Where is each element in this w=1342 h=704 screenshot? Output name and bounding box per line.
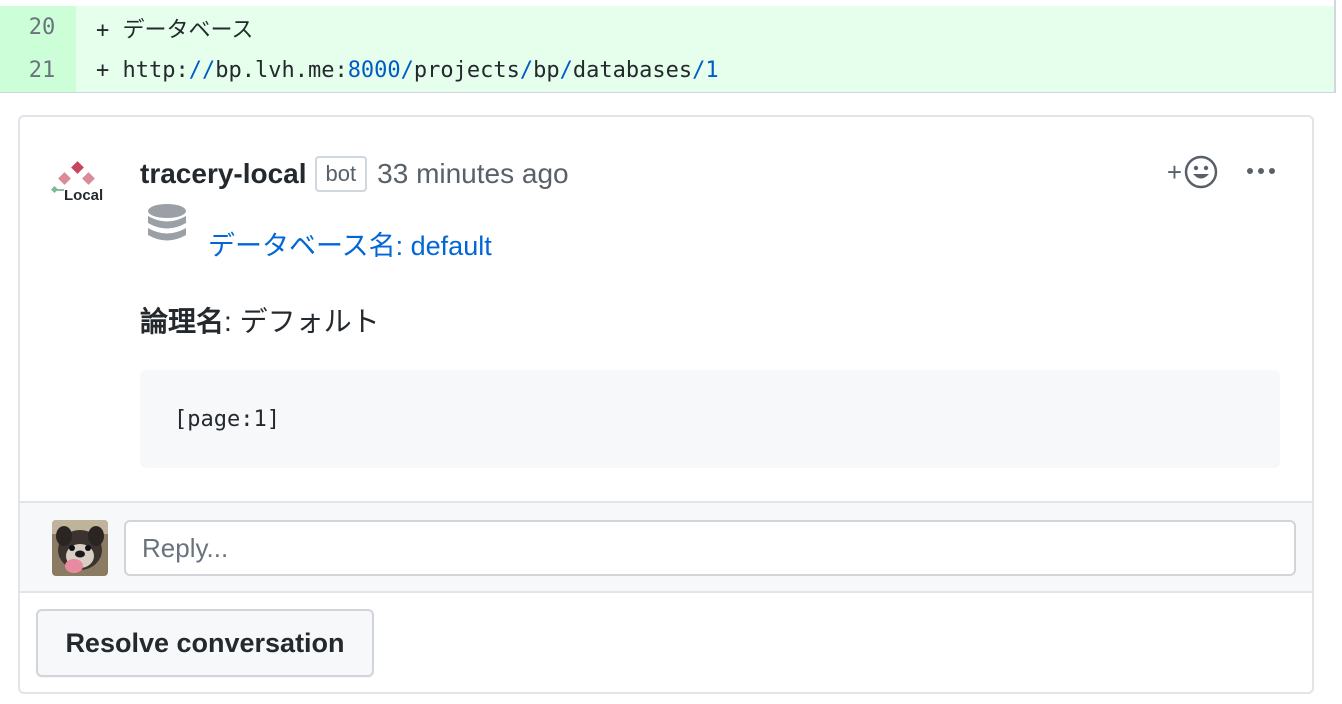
bot-avatar[interactable]: Local xyxy=(50,161,114,205)
diff-line: 20 + データベース xyxy=(0,6,1336,49)
diff-divider xyxy=(0,92,1336,93)
url-part: bp xyxy=(533,58,560,83)
diff-code: + データベース xyxy=(76,12,253,44)
url-part: bp.lvh.me: xyxy=(215,58,348,83)
more-options-button[interactable] xyxy=(1246,163,1276,181)
url-part: // xyxy=(188,58,216,83)
logical-name-label: 論理名 xyxy=(140,306,225,337)
diff-code: + http://bp.lvh.me:8000/projects/bp/data… xyxy=(76,58,719,83)
url-part: http: xyxy=(122,58,189,83)
kebab-horizontal-icon xyxy=(1247,168,1275,174)
code-block: [page:1] xyxy=(140,370,1280,468)
database-icon xyxy=(148,204,186,241)
diff-edge xyxy=(1334,0,1336,93)
add-reaction-button[interactable]: + xyxy=(1167,155,1218,189)
tracery-logo-icon: Local xyxy=(50,161,103,204)
url-part: / xyxy=(400,58,414,83)
url-part: / xyxy=(559,58,573,83)
diff-text: データベース xyxy=(122,17,254,43)
url-part: / xyxy=(519,58,534,83)
url-part: databases xyxy=(572,58,693,83)
bot-badge: bot xyxy=(314,156,368,192)
logical-name: 論理名: デフォルト xyxy=(140,300,380,340)
line-number[interactable]: 21 xyxy=(0,49,76,92)
url-part: / xyxy=(692,58,706,83)
url-part: 1 xyxy=(705,58,719,83)
user-avatar[interactable] xyxy=(52,520,108,576)
plus-icon: + xyxy=(1166,156,1182,187)
reply-input[interactable] xyxy=(124,520,1296,576)
logical-name-value: : デフォルト xyxy=(224,306,380,337)
diff-prefix: + xyxy=(96,17,123,43)
review-thread: Local tracery-local bot 33 minutes ago + xyxy=(18,115,1314,694)
comment-timestamp[interactable]: 33 minutes ago xyxy=(377,158,568,190)
logo-lettering: Local xyxy=(64,187,103,204)
url-part: projects xyxy=(413,58,520,83)
line-number[interactable]: 20 xyxy=(0,6,76,49)
reply-area xyxy=(20,501,1312,593)
review-comment: Local tracery-local bot 33 minutes ago + xyxy=(20,117,1312,503)
comment-actions: + xyxy=(1167,155,1276,189)
author-name[interactable]: tracery-local xyxy=(140,158,307,190)
diff-prefix: + xyxy=(96,58,123,83)
dog-photo-avatar xyxy=(52,520,108,576)
resolve-conversation-button[interactable]: Resolve conversation xyxy=(36,609,374,677)
diff-line: 21 + http://bp.lvh.me:8000/projects/bp/d… xyxy=(0,49,1336,92)
database-line: データベース名: default xyxy=(146,203,492,261)
smiley-icon xyxy=(1184,155,1218,189)
url-part: 8000 xyxy=(347,58,401,83)
database-link[interactable]: データベース名: default xyxy=(208,224,492,263)
comment-header: tracery-local bot 33 minutes ago xyxy=(140,155,569,193)
